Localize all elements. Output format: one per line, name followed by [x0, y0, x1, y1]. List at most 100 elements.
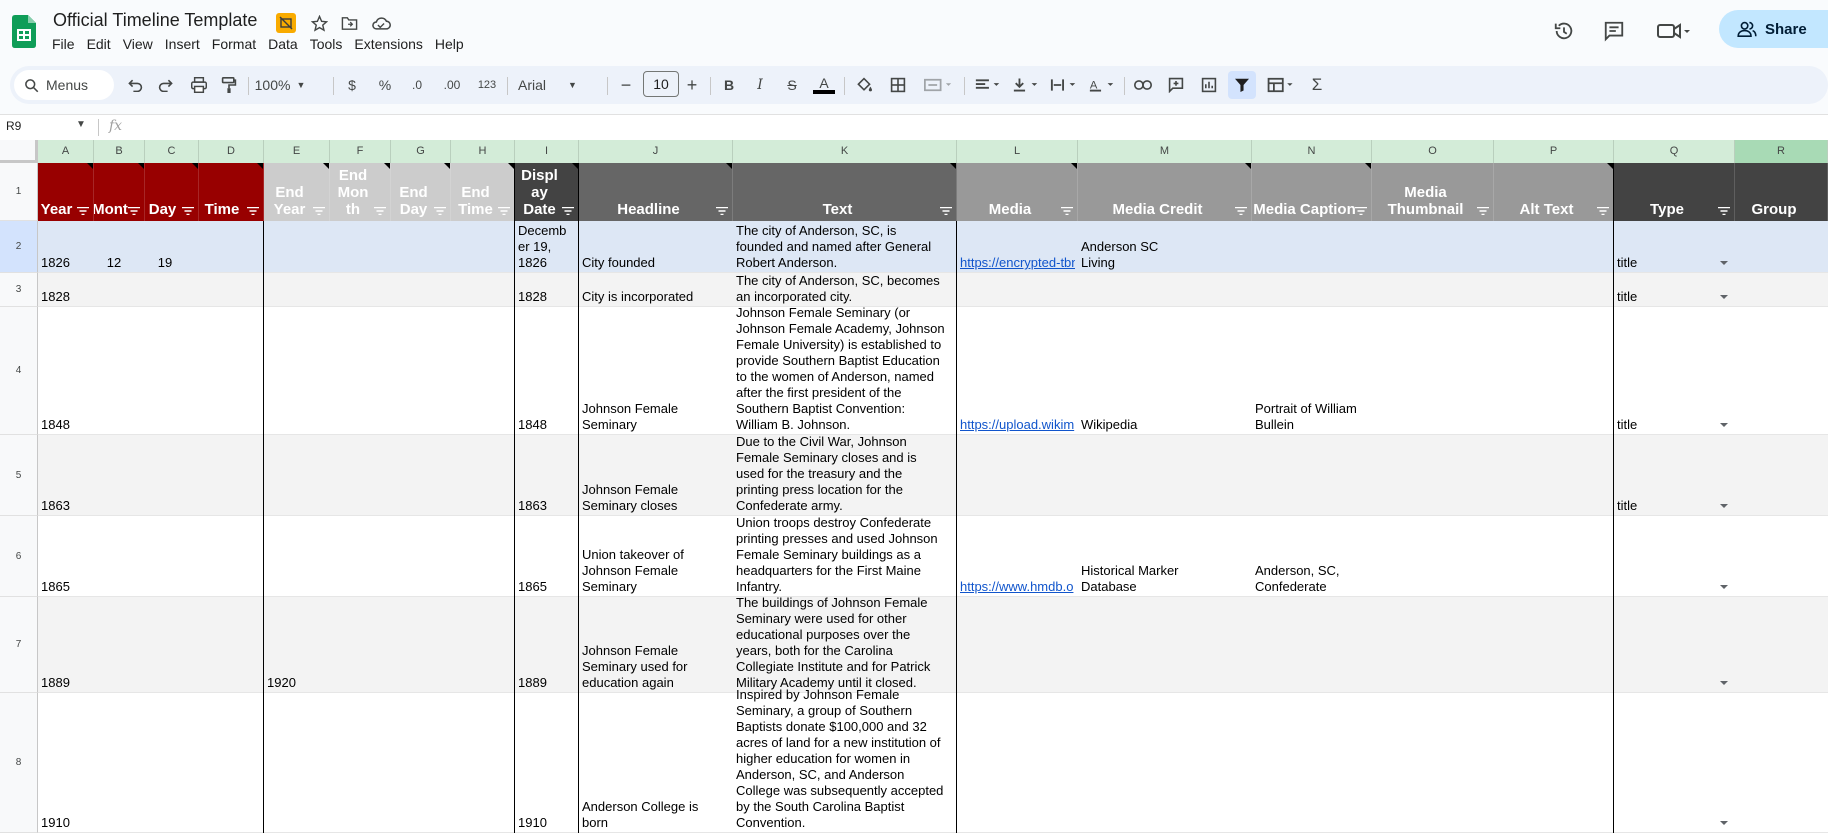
header-cell-j[interactable]: Headline [579, 163, 733, 221]
header-cell-o[interactable]: Media Thumbnail [1372, 163, 1494, 221]
menu-view[interactable]: View [117, 35, 159, 57]
search-menus-field[interactable]: Menus [14, 70, 114, 100]
merge-cells-icon[interactable] [920, 71, 956, 99]
menu-data[interactable]: Data [262, 35, 304, 57]
name-box-caret-icon[interactable]: ▼ [76, 119, 86, 130]
column-header-j[interactable]: J [579, 140, 733, 163]
functions-icon[interactable]: Σ [1306, 71, 1328, 99]
menu-tools[interactable]: Tools [304, 35, 349, 57]
column-filter-icon[interactable] [77, 207, 89, 215]
column-filter-icon[interactable] [1477, 207, 1489, 215]
type-dropdown-arrow-icon[interactable] [1720, 821, 1728, 825]
text-rotation-icon[interactable]: A [1086, 71, 1118, 99]
select-all-corner[interactable] [0, 140, 38, 163]
header-cell-q[interactable]: Type [1614, 163, 1735, 221]
header-cell-l[interactable]: Media [957, 163, 1078, 221]
column-header-f[interactable]: F [330, 140, 391, 163]
font-size-input[interactable]: 10 [643, 71, 679, 97]
header-cell-h[interactable]: End Time [451, 163, 515, 221]
menu-file[interactable]: File [46, 35, 81, 57]
borders-icon[interactable] [887, 71, 909, 99]
share-button[interactable]: Share [1719, 10, 1828, 48]
column-filter-icon[interactable] [434, 207, 446, 215]
type-dropdown-arrow-icon[interactable] [1720, 681, 1728, 685]
row-header-8[interactable]: 8 [0, 693, 38, 833]
horizontal-align-icon[interactable] [972, 71, 1004, 99]
header-cell-n[interactable]: Media Caption [1252, 163, 1372, 221]
column-filter-icon[interactable] [1061, 207, 1073, 215]
row-header-3[interactable]: 3 [0, 273, 38, 307]
column-filter-icon[interactable] [1718, 207, 1730, 215]
insert-link-icon[interactable] [1132, 71, 1154, 99]
column-header-h[interactable]: H [451, 140, 515, 163]
font-select[interactable]: Arial ▼ [518, 71, 598, 99]
column-filter-icon[interactable] [940, 207, 952, 215]
sensitivity-label-icon[interactable] [276, 13, 296, 33]
column-filter-icon[interactable] [498, 207, 510, 215]
row-header-7[interactable]: 7 [0, 597, 38, 693]
cell-media[interactable]: https://upload.wikim [960, 417, 1075, 433]
decrease-font-size-icon[interactable]: − [616, 71, 636, 99]
print-icon[interactable] [188, 71, 210, 99]
column-header-g[interactable]: G [391, 140, 451, 163]
column-filter-icon[interactable] [562, 207, 574, 215]
filter-icon[interactable] [1228, 71, 1256, 99]
increase-decimal-button[interactable]: .00 [437, 71, 467, 99]
header-cell-a[interactable]: Year [38, 163, 94, 221]
meet-call-icon[interactable] [1653, 16, 1693, 46]
menu-extensions[interactable]: Extensions [348, 35, 428, 57]
column-filter-icon[interactable] [1355, 207, 1367, 215]
insert-chart-icon[interactable] [1198, 71, 1220, 99]
undo-icon[interactable] [124, 71, 146, 99]
column-filter-icon[interactable] [182, 207, 194, 215]
column-filter-icon[interactable] [313, 207, 325, 215]
row-header-2[interactable]: 2 [0, 221, 38, 273]
column-header-c[interactable]: C [145, 140, 199, 163]
column-header-i[interactable]: I [515, 140, 579, 163]
cell-media[interactable]: https://encrypted-tbn [960, 255, 1075, 271]
column-header-o[interactable]: O [1372, 140, 1494, 163]
bold-icon[interactable]: B [718, 71, 740, 99]
column-header-e[interactable]: E [264, 140, 330, 163]
header-cell-d[interactable]: Time [199, 163, 264, 221]
column-header-a[interactable]: A [38, 140, 94, 163]
header-cell-i[interactable]: Displ ay Date [515, 163, 579, 221]
column-filter-icon[interactable] [374, 207, 386, 215]
row-header-1[interactable]: 1 [0, 163, 38, 221]
column-header-b[interactable]: B [94, 140, 145, 163]
header-cell-f[interactable]: End Mon th [330, 163, 391, 221]
header-cell-r[interactable]: Group [1735, 163, 1828, 221]
text-wrapping-icon[interactable] [1048, 71, 1080, 99]
sheets-logo-icon[interactable] [12, 15, 36, 48]
column-filter-icon[interactable] [247, 207, 259, 215]
strikethrough-icon[interactable]: S [781, 71, 803, 99]
percent-format-button[interactable]: % [375, 71, 395, 99]
menu-insert[interactable]: Insert [159, 35, 206, 57]
row-header-4[interactable]: 4 [0, 307, 38, 435]
italic-icon[interactable]: I [749, 71, 771, 99]
header-cell-m[interactable]: Media Credit [1078, 163, 1252, 221]
column-filter-icon[interactable] [1597, 207, 1609, 215]
column-header-q[interactable]: Q [1614, 140, 1735, 163]
header-cell-g[interactable]: End Day [391, 163, 451, 221]
type-dropdown-arrow-icon[interactable] [1720, 585, 1728, 589]
menu-edit[interactable]: Edit [81, 35, 117, 57]
column-header-d[interactable]: D [199, 140, 264, 163]
filter-views-icon[interactable] [1264, 71, 1298, 99]
column-header-k[interactable]: K [733, 140, 957, 163]
document-title[interactable]: Official Timeline Template [53, 10, 257, 31]
type-dropdown-arrow-icon[interactable] [1720, 295, 1728, 299]
menu-format[interactable]: Format [206, 35, 262, 57]
header-cell-e[interactable]: End Year [264, 163, 330, 221]
redo-icon[interactable] [155, 71, 177, 99]
cell-media[interactable]: https://www.hmdb.o [960, 579, 1075, 595]
header-cell-c[interactable]: Day [145, 163, 199, 221]
column-header-n[interactable]: N [1252, 140, 1372, 163]
more-formats-button[interactable]: 123 [473, 71, 501, 99]
column-filter-icon[interactable] [128, 207, 140, 215]
column-filter-icon[interactable] [1235, 207, 1247, 215]
text-color-icon[interactable]: A [812, 71, 836, 99]
column-header-m[interactable]: M [1078, 140, 1252, 163]
move-folder-icon[interactable] [338, 12, 360, 34]
row-header-5[interactable]: 5 [0, 435, 38, 516]
